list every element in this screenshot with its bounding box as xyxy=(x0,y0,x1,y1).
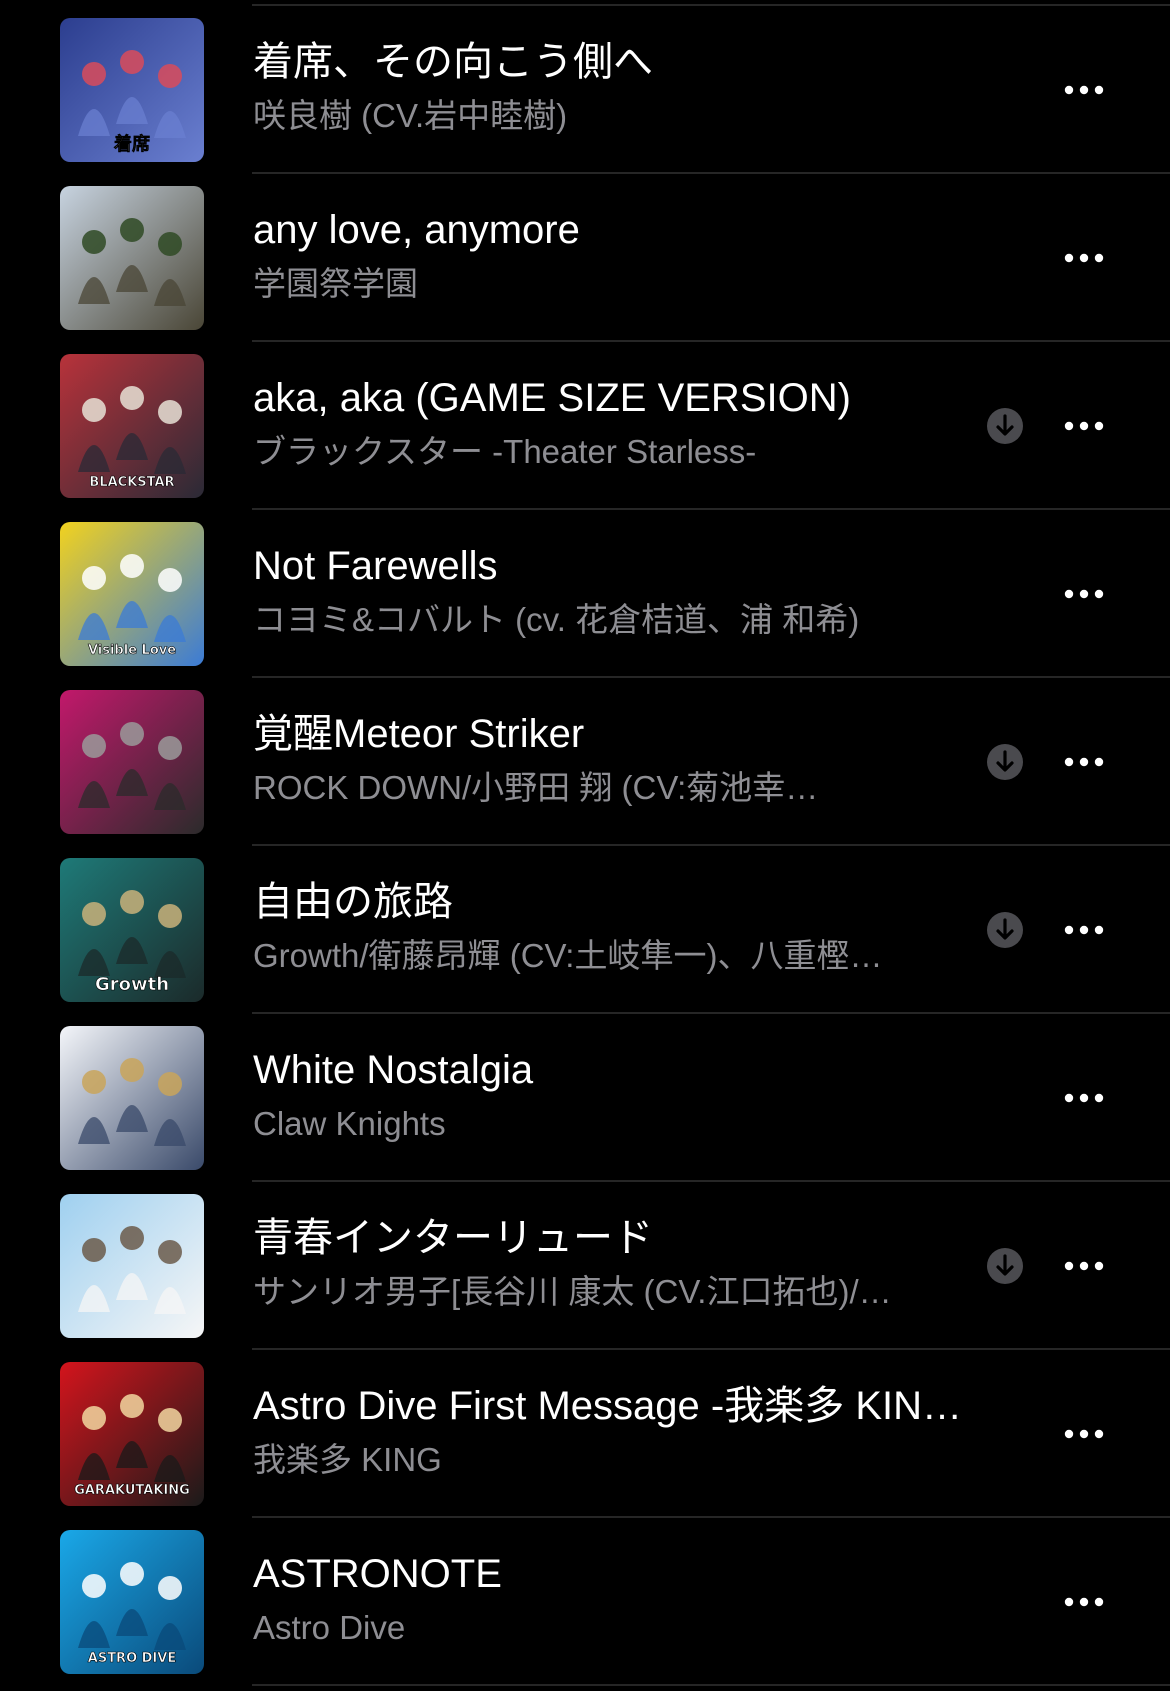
track-title: Not Farewells xyxy=(253,544,498,588)
track-artist: Growth/衛藤昂輝 (CV:土岐隼一)、八重樫… xyxy=(253,937,883,974)
artwork-lettering: BLACKSTAR xyxy=(89,475,174,490)
track-title: any love, anymore xyxy=(253,208,580,252)
album-artwork xyxy=(60,186,204,330)
album-artwork: Growth xyxy=(60,858,204,1002)
ellipsis-icon[interactable] xyxy=(1060,1414,1108,1454)
ellipsis-icon[interactable] xyxy=(1060,574,1108,614)
track-title: 青春インターリュード xyxy=(253,1216,653,1260)
album-artwork: Visible Love xyxy=(60,522,204,666)
ellipsis-icon[interactable] xyxy=(1060,742,1108,782)
album-artwork xyxy=(60,1026,204,1170)
ellipsis-icon[interactable] xyxy=(1060,406,1108,446)
ellipsis-icon[interactable] xyxy=(1060,1582,1108,1622)
track-list: 着席 着席、その向こう側へ咲良樹 (CV.岩中睦樹) any love, anymo… xyxy=(0,6,1170,1686)
track-artist: ROCK DOWN/小野田 翔 (CV:菊池幸… xyxy=(253,769,819,806)
ellipsis-icon[interactable] xyxy=(1060,238,1108,278)
album-artwork: GARAKUTAKING xyxy=(60,1362,204,1506)
album-artwork: BLACKSTAR xyxy=(60,354,204,498)
track-title: White Nostalgia xyxy=(253,1048,534,1092)
track-row[interactable]: 青春インターリュードサンリオ男子[長谷川 康太 (CV.江口拓也)/… xyxy=(0,1182,1170,1350)
track-artist: コヨミ&コバルト (cv. 花倉桔道、浦 和希) xyxy=(253,601,860,638)
artwork-lettering: ASTRO DIVE xyxy=(88,1651,176,1666)
artwork-lettering: Growth xyxy=(95,974,169,995)
album-artwork xyxy=(60,1194,204,1338)
track-artist: 咲良樹 (CV.岩中睦樹) xyxy=(253,97,568,134)
ellipsis-icon[interactable] xyxy=(1060,1246,1108,1286)
track-row[interactable]: BLACKSTAR aka, aka (GAME SIZE VERSION) ブラッ… xyxy=(0,342,1170,510)
track-row[interactable]: 着席 着席、その向こう側へ咲良樹 (CV.岩中睦樹) xyxy=(0,6,1170,174)
ellipsis-icon[interactable] xyxy=(1060,910,1108,950)
track-title: ASTRONOTE xyxy=(253,1552,502,1596)
artwork-lettering: 着席 xyxy=(113,133,150,155)
track-artist: サンリオ男子[長谷川 康太 (CV.江口拓也)/… xyxy=(253,1273,892,1310)
track-row[interactable]: Visible Love Not Farewells コヨミ&コバルト (cv. 花… xyxy=(0,510,1170,678)
track-title: aka, aka (GAME SIZE VERSION) xyxy=(253,376,851,420)
track-artist: Claw Knights xyxy=(253,1105,446,1142)
track-row[interactable]: White Nostalgia Claw Knights xyxy=(0,1014,1170,1182)
track-title: Astro Dive First Message -我楽多 KIN… xyxy=(253,1384,963,1428)
track-row[interactable]: Growth 自由の旅路 Growth/衛藤昂輝 (CV:土岐隼一)、八重樫… xyxy=(0,846,1170,1014)
ellipsis-icon[interactable] xyxy=(1060,70,1108,110)
track-artist: 我楽多 KING xyxy=(253,1441,442,1478)
track-artist: ブラックスター -Theater Starless- xyxy=(253,433,757,470)
arrow-down-circle-icon[interactable] xyxy=(986,1247,1024,1285)
album-artwork xyxy=(60,690,204,834)
artwork-lettering: Visible Love xyxy=(88,643,176,658)
ellipsis-icon[interactable] xyxy=(1060,1078,1108,1118)
track-row[interactable]: 覚醒Meteor Striker ROCK DOWN/小野田 翔 (CV:菊池幸… xyxy=(0,678,1170,846)
track-title: 自由の旅路 xyxy=(253,880,453,924)
arrow-down-circle-icon[interactable] xyxy=(986,407,1024,445)
track-artist: Astro Dive xyxy=(253,1609,406,1646)
album-artwork: 着席 xyxy=(60,18,204,162)
album-artwork: ASTRO DIVE xyxy=(60,1530,204,1674)
track-row[interactable]: GARAKUTAKING Astro Dive First Message -我楽… xyxy=(0,1350,1170,1518)
track-row[interactable]: ASTRO DIVE ASTRONOTE Astro Dive xyxy=(0,1518,1170,1686)
track-row[interactable]: any love, anymore 学園祭学園 xyxy=(0,174,1170,342)
track-title: 覚醒Meteor Striker xyxy=(253,712,585,756)
arrow-down-circle-icon[interactable] xyxy=(986,911,1024,949)
track-artist: 学園祭学園 xyxy=(253,265,418,302)
track-title: 着席、その向こう側へ xyxy=(253,40,653,84)
artwork-lettering: GARAKUTAKING xyxy=(74,1483,190,1498)
arrow-down-circle-icon[interactable] xyxy=(986,743,1024,781)
